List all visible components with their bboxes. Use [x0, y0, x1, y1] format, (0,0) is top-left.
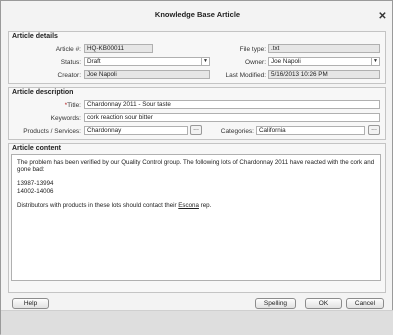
article-content-editor[interactable]: The problem has been verified by our Qua…: [11, 154, 381, 281]
escona-link[interactable]: Escona: [178, 202, 199, 209]
products-field[interactable]: Chardonnay: [84, 126, 188, 135]
owner-select[interactable]: Joe Napoli ▼: [268, 57, 380, 66]
products-label: Products / Services:: [23, 128, 81, 135]
title-label: *Title:: [9, 102, 81, 109]
status-value: Draft: [87, 58, 101, 65]
kb-article-dialog: Knowledge Base Article ✕ Article details…: [0, 0, 393, 335]
chevron-down-icon[interactable]: ▼: [201, 58, 209, 65]
owner-value: Joe Napoli: [271, 58, 301, 65]
categories-field[interactable]: California: [256, 126, 365, 135]
paragraph-3-end: rep.: [198, 201, 212, 209]
spelling-button[interactable]: Spelling: [255, 298, 296, 309]
last-modified-field: 5/16/2013 10:26 PM: [268, 70, 380, 79]
file-type-field: .txt: [268, 44, 380, 53]
last-modified-label: Last Modified:: [225, 72, 266, 79]
bottom-bar: [1, 310, 393, 335]
content-paragraph-1: The problem has been verified by our Qua…: [17, 159, 375, 174]
article-description-title: Article description: [12, 89, 74, 96]
content-paragraph-3: Distributors with products in these lots…: [17, 202, 375, 209]
article-description-section: Article description *Title: Chardonnay 2…: [8, 87, 386, 140]
keywords-label: Keywords:: [50, 115, 81, 122]
article-no-field: HQ-KB00011: [84, 44, 153, 53]
status-label: Status:: [60, 59, 81, 66]
dialog-title: Knowledge Base Article: [154, 10, 241, 19]
article-no-label: Article #:: [55, 46, 81, 53]
creator-field: Joe Napoli: [84, 70, 210, 79]
status-select[interactable]: Draft ▼: [84, 57, 210, 66]
owner-label: Owner:: [245, 59, 266, 66]
categories-label: Categories:: [220, 128, 254, 135]
article-content-section: Article content The problem has been ver…: [8, 143, 386, 293]
creator-label: Creator:: [57, 72, 81, 79]
title-label-text: Title:: [67, 102, 81, 109]
categories-browse-button[interactable]: ...: [368, 125, 380, 135]
chevron-down-icon[interactable]: ▼: [371, 58, 379, 65]
article-content-title: Article content: [12, 145, 62, 152]
file-type-label: File type:: [239, 46, 266, 53]
article-details-title: Article details: [12, 33, 58, 40]
products-browse-button[interactable]: ...: [190, 125, 202, 135]
lots-list: 13987-13994 14002-14006: [17, 180, 375, 194]
paragraph-3-text: Distributors with products in these lots…: [17, 201, 179, 209]
cancel-button[interactable]: Cancel: [346, 298, 384, 309]
title-input[interactable]: Chardonnay 2011 - Sour taste: [84, 100, 380, 109]
keywords-input[interactable]: cork reaction sour bitter: [84, 113, 380, 122]
lot-range-2: 14002-14006: [17, 187, 54, 195]
article-details-section: Article details Article #: HQ-KB00011 Fi…: [8, 31, 386, 84]
ok-button[interactable]: OK: [305, 298, 342, 309]
close-icon[interactable]: ✕: [378, 12, 387, 22]
help-button[interactable]: Help: [12, 298, 49, 309]
lot-range-1: 13987-13994: [17, 180, 54, 188]
